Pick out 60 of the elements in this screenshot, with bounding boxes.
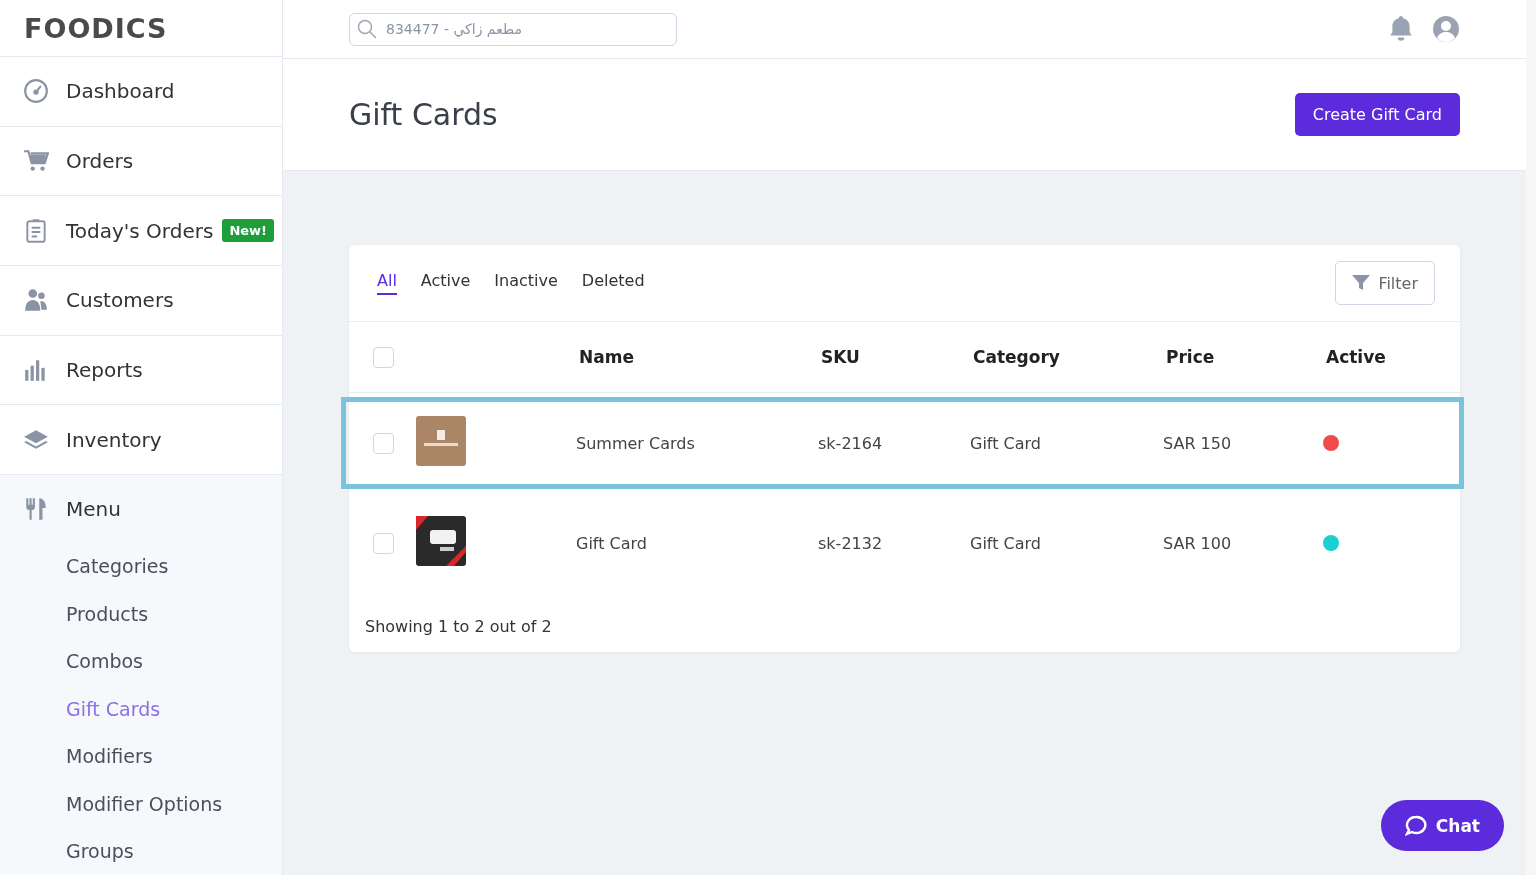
sidebar-item[interactable]: Orders — [0, 126, 282, 197]
page-title: Gift Cards — [349, 97, 498, 132]
column-header: Active — [1326, 347, 1387, 367]
table-cell-text: Gift Card — [970, 533, 1042, 553]
sidebar-item-label: Menu — [66, 496, 121, 521]
column-header: Category — [973, 347, 1061, 367]
select-all-checkbox[interactable] — [373, 346, 394, 368]
submenu-item[interactable]: Categories — [0, 542, 282, 590]
submenu-item[interactable]: Modifiers — [0, 732, 282, 780]
sidebar-item-label: Inventory — [66, 427, 162, 452]
submenu-item[interactable]: Gift Cards — [0, 684, 282, 733]
table-cell-text: SAR 150 — [1163, 433, 1233, 453]
table-cell-text: Gift Card — [576, 533, 648, 553]
submenu-item[interactable]: Groups — [0, 827, 282, 875]
fork-knife-icon — [23, 495, 49, 522]
filter-button[interactable]: Filter — [1335, 261, 1435, 305]
submenu-item[interactable]: Products — [0, 589, 282, 638]
create-gift-card-button[interactable]: Create Gift Card — [1294, 93, 1460, 136]
sidebar-item[interactable]: Today's Orders New! — [0, 196, 282, 266]
chat-bubble-icon — [1404, 814, 1427, 837]
sidebar-item-label: Customers — [66, 288, 174, 313]
pagination-text: Showing 1 to 2 out of 2 — [364, 616, 553, 636]
submenu-item[interactable]: Combos — [0, 637, 282, 685]
user-avatar-icon[interactable] — [1432, 15, 1460, 43]
new-badge: New! — [222, 219, 274, 243]
logo: FOODICS — [24, 12, 168, 44]
sidebar-item-label: Orders — [66, 149, 134, 173]
people-icon — [23, 287, 49, 314]
table-cell-text: SAR 100 — [1163, 533, 1233, 553]
search-field[interactable]: مطعم زاكي - 834477 — [349, 12, 677, 46]
row-checkbox[interactable] — [373, 432, 394, 454]
filter-tab[interactable]: Deleted — [581, 271, 645, 295]
submenu-item[interactable]: Modifier Options — [0, 779, 282, 828]
clipboard-icon — [23, 217, 49, 244]
sidebar-item[interactable]: Customers — [0, 265, 282, 336]
filter-tab[interactable]: Active — [420, 271, 471, 295]
cart-icon — [23, 148, 49, 174]
search-icon — [357, 18, 377, 39]
gauge-icon — [23, 78, 49, 105]
table-cell-text: Gift Card — [970, 433, 1042, 453]
sidebar-item-label: Reports — [66, 357, 143, 382]
table-row[interactable]: Summer Cards sk-2164 Gift Card SAR 150 — [341, 397, 1464, 489]
table-cell-text: sk-2164 — [818, 433, 884, 453]
sidebar-item[interactable]: Reports — [0, 335, 282, 406]
sidebar-item-label: Today's Orders — [66, 218, 214, 243]
sidebar-item[interactable]: Inventory — [0, 405, 282, 475]
column-header: Name — [579, 347, 635, 367]
filter-tab[interactable]: All — [377, 271, 397, 295]
filter-tab[interactable]: Inactive — [494, 271, 558, 295]
table-row[interactable]: Gift Card sk-2132 Gift Card SAR 100 — [341, 497, 1464, 589]
chat-button[interactable]: Chat — [1380, 800, 1504, 851]
funnel-icon — [1352, 275, 1371, 291]
table-cell-text: Summer Cards — [576, 433, 696, 453]
bell-icon[interactable] — [1388, 15, 1414, 43]
column-header: Price — [1166, 347, 1216, 367]
sidebar-item-label: Dashboard — [66, 79, 175, 104]
sidebar-item[interactable]: Dashboard — [0, 57, 282, 127]
column-header: SKU — [821, 347, 861, 367]
row-checkbox[interactable] — [373, 532, 394, 554]
table-cell-text: sk-2132 — [818, 533, 884, 553]
